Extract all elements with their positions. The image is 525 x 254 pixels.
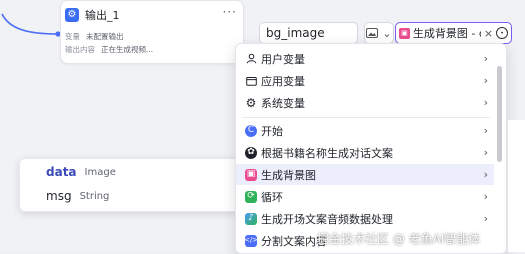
chevron-right-icon: › bbox=[483, 74, 488, 87]
menu-item-loop[interactable]: ⟳ 循环 › bbox=[236, 186, 494, 207]
output-var-type: Image bbox=[84, 166, 116, 178]
menu-item-audio-processing[interactable]: ♪ 生成开场文案音频数据处理 › bbox=[236, 208, 494, 229]
node-title: 输出_1 bbox=[85, 9, 120, 22]
output-var-data[interactable]: data Image bbox=[46, 165, 116, 179]
output-var-msg[interactable]: msg String bbox=[46, 189, 109, 203]
chevron-right-icon: › bbox=[483, 190, 488, 203]
menu-item-start[interactable]: C 开始 › bbox=[236, 120, 494, 141]
node-row-label: 变量 bbox=[65, 32, 80, 41]
variable-name-input[interactable]: bg_image bbox=[259, 22, 358, 44]
audio-icon: ♪ bbox=[245, 212, 257, 225]
output-node[interactable]: ⚙ 输出_1 ··· 变量 未配置输出 输出内容 正在生成视频... bbox=[60, 0, 244, 64]
node-row-label: 输出内容 bbox=[65, 45, 95, 54]
clear-icon[interactable]: × bbox=[484, 27, 493, 40]
output-var-type: String bbox=[79, 190, 110, 202]
node-header: ⚙ 输出_1 bbox=[65, 7, 120, 23]
chevron-right-icon: › bbox=[483, 52, 488, 65]
right-panel-edge bbox=[508, 120, 525, 252]
menu-item-label: 循环 bbox=[261, 190, 283, 204]
chevron-right-icon: › bbox=[483, 168, 488, 181]
menu-item-label: 根据书籍名称生成对话文案 bbox=[261, 146, 393, 160]
llm-icon: ✿ bbox=[245, 146, 257, 159]
menu-item-generate-dialogue[interactable]: ✿ 根据书籍名称生成对话文案 › bbox=[236, 142, 494, 163]
menu-item-app-variables[interactable]: 应用变量 › bbox=[236, 70, 494, 91]
menu-item-label: 系统变量 bbox=[261, 96, 305, 110]
node-row-value: 未配置输出 bbox=[86, 32, 124, 41]
watermark: 掘金技术社区 @ 老鱼AI智能体 bbox=[317, 232, 481, 246]
output-var-name: data bbox=[46, 165, 77, 179]
menu-item-user-variables[interactable]: 用户变量 › bbox=[236, 48, 494, 69]
node-row-variable: 变量 未配置输出 bbox=[65, 31, 124, 42]
variable-source-menu: 用户变量 › 应用变量 › ⚙ 系统变量 › C 开始 › ✿ 根据书籍名称生成… bbox=[235, 43, 507, 254]
selected-value-label: 生成背景图 - d bbox=[412, 27, 481, 40]
variable-name-value: bg_image bbox=[266, 26, 325, 40]
code-icon: </> bbox=[244, 234, 258, 247]
menu-item-label: 生成背景图 bbox=[261, 168, 316, 182]
image-icon bbox=[366, 28, 379, 38]
menu-item-label: 应用变量 bbox=[261, 74, 305, 88]
output-variables-panel: data Image msg String bbox=[19, 158, 243, 212]
variable-value-select[interactable]: ▣ 生成背景图 - d × • bbox=[395, 22, 512, 44]
chevron-right-icon: › bbox=[483, 212, 488, 225]
more-options-icon[interactable]: ··· bbox=[223, 5, 237, 19]
image-gen-icon: ▣ bbox=[245, 168, 257, 181]
type-select[interactable]: ⌄ bbox=[364, 22, 394, 44]
menu-scrollbar[interactable] bbox=[497, 66, 502, 162]
node-row-output: 输出内容 正在生成视频... bbox=[65, 44, 153, 55]
loop-icon: ⟳ bbox=[245, 190, 257, 203]
start-icon: C bbox=[245, 124, 257, 137]
menu-divider bbox=[242, 117, 490, 118]
menu-item-label: 生成开场文案音频数据处理 bbox=[261, 212, 393, 226]
node-row-value: 正在生成视频... bbox=[101, 45, 154, 54]
gear-icon: ⚙ bbox=[245, 95, 257, 110]
menu-item-label: 开始 bbox=[261, 124, 283, 138]
menu-item-generate-background[interactable]: ▣ 生成背景图 › bbox=[236, 164, 494, 185]
output-node-icon: ⚙ bbox=[65, 8, 79, 22]
chevron-right-icon: › bbox=[483, 124, 488, 137]
chevron-right-icon: › bbox=[483, 146, 488, 159]
chevron-right-icon: › bbox=[483, 96, 488, 109]
menu-item-system-variables[interactable]: ⚙ 系统变量 › bbox=[236, 92, 494, 113]
menu-item-label: 用户变量 bbox=[261, 52, 305, 66]
output-var-name: msg bbox=[46, 189, 72, 203]
folder-icon bbox=[245, 75, 257, 87]
image-gen-icon: ▣ bbox=[399, 27, 410, 39]
user-icon bbox=[245, 53, 257, 65]
chevron-down-icon: ⌄ bbox=[382, 26, 392, 40]
variable-picker-icon[interactable]: • bbox=[496, 27, 508, 39]
